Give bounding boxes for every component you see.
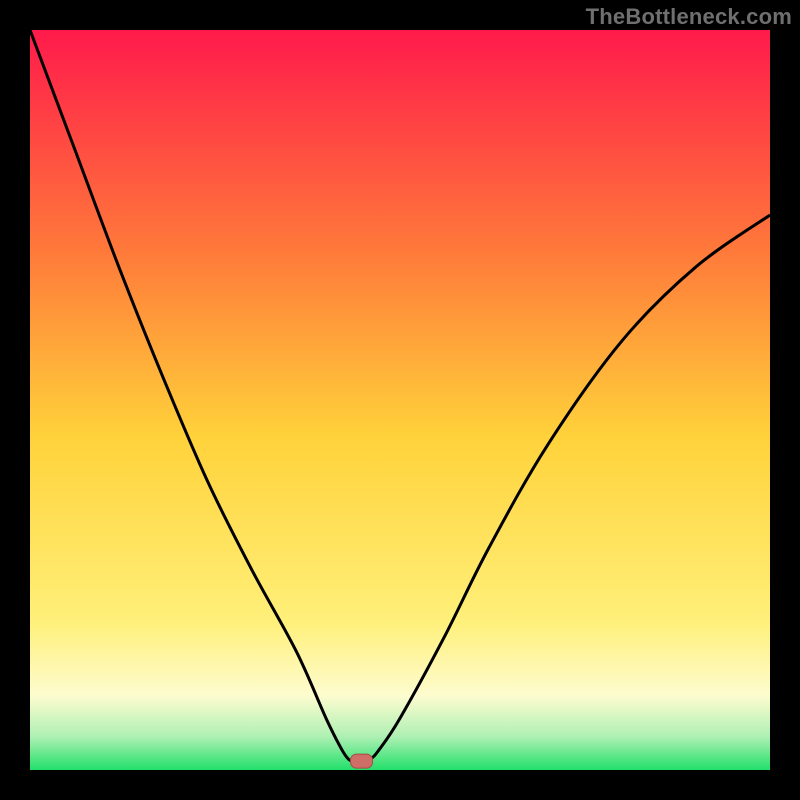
watermark-text: TheBottleneck.com — [586, 4, 792, 30]
plot-svg — [30, 30, 770, 770]
chart-frame: TheBottleneck.com — [0, 0, 800, 800]
plot-background — [30, 30, 770, 770]
optimum-marker — [351, 754, 373, 768]
plot-area — [30, 30, 770, 770]
